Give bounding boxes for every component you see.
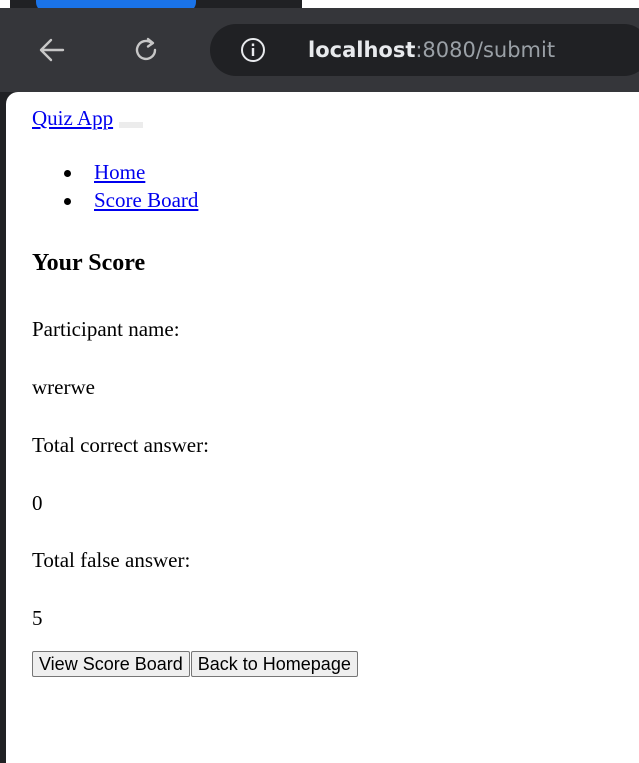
nav-item-score-board: Score Board (63, 186, 198, 214)
score-board-link[interactable]: Score Board (94, 188, 198, 212)
browser-window: localhost:8080/submit Quiz App Home Scor… (0, 0, 639, 763)
url-path: :8080/submit (415, 38, 556, 62)
url-host: localhost (308, 38, 416, 62)
navbar: Quiz App (32, 106, 144, 131)
nav-list: Home Score Board (32, 158, 198, 214)
false-label: Total false answer: (32, 548, 191, 572)
reload-button[interactable] (118, 8, 174, 92)
info-icon[interactable] (240, 37, 266, 63)
page-title: Your Score (32, 250, 146, 276)
view-score-board-button[interactable]: View Score Board (32, 651, 190, 677)
participant-label: Participant name: (32, 317, 180, 341)
back-button[interactable] (24, 8, 80, 92)
navbar-toggler[interactable] (119, 122, 144, 129)
browser-toolbar: localhost:8080/submit (0, 8, 639, 92)
reload-icon (135, 37, 157, 61)
back-arrow-icon (39, 38, 65, 62)
window-left-edge (0, 92, 18, 763)
url-text[interactable]: localhost:8080/submit (308, 38, 555, 62)
correct-label: Total correct answer: (32, 433, 209, 457)
address-bar[interactable]: localhost:8080/submit (210, 24, 639, 76)
action-buttons: View Score Board Back to Homepage (32, 651, 359, 677)
home-link[interactable]: Home (94, 160, 145, 184)
brand-link[interactable]: Quiz App (32, 106, 113, 130)
false-value: 5 (32, 606, 43, 630)
correct-value: 0 (32, 491, 43, 515)
participant-value: wrerwe (32, 375, 95, 399)
back-to-homepage-button[interactable]: Back to Homepage (190, 651, 358, 677)
nav-item-home: Home (63, 158, 198, 186)
